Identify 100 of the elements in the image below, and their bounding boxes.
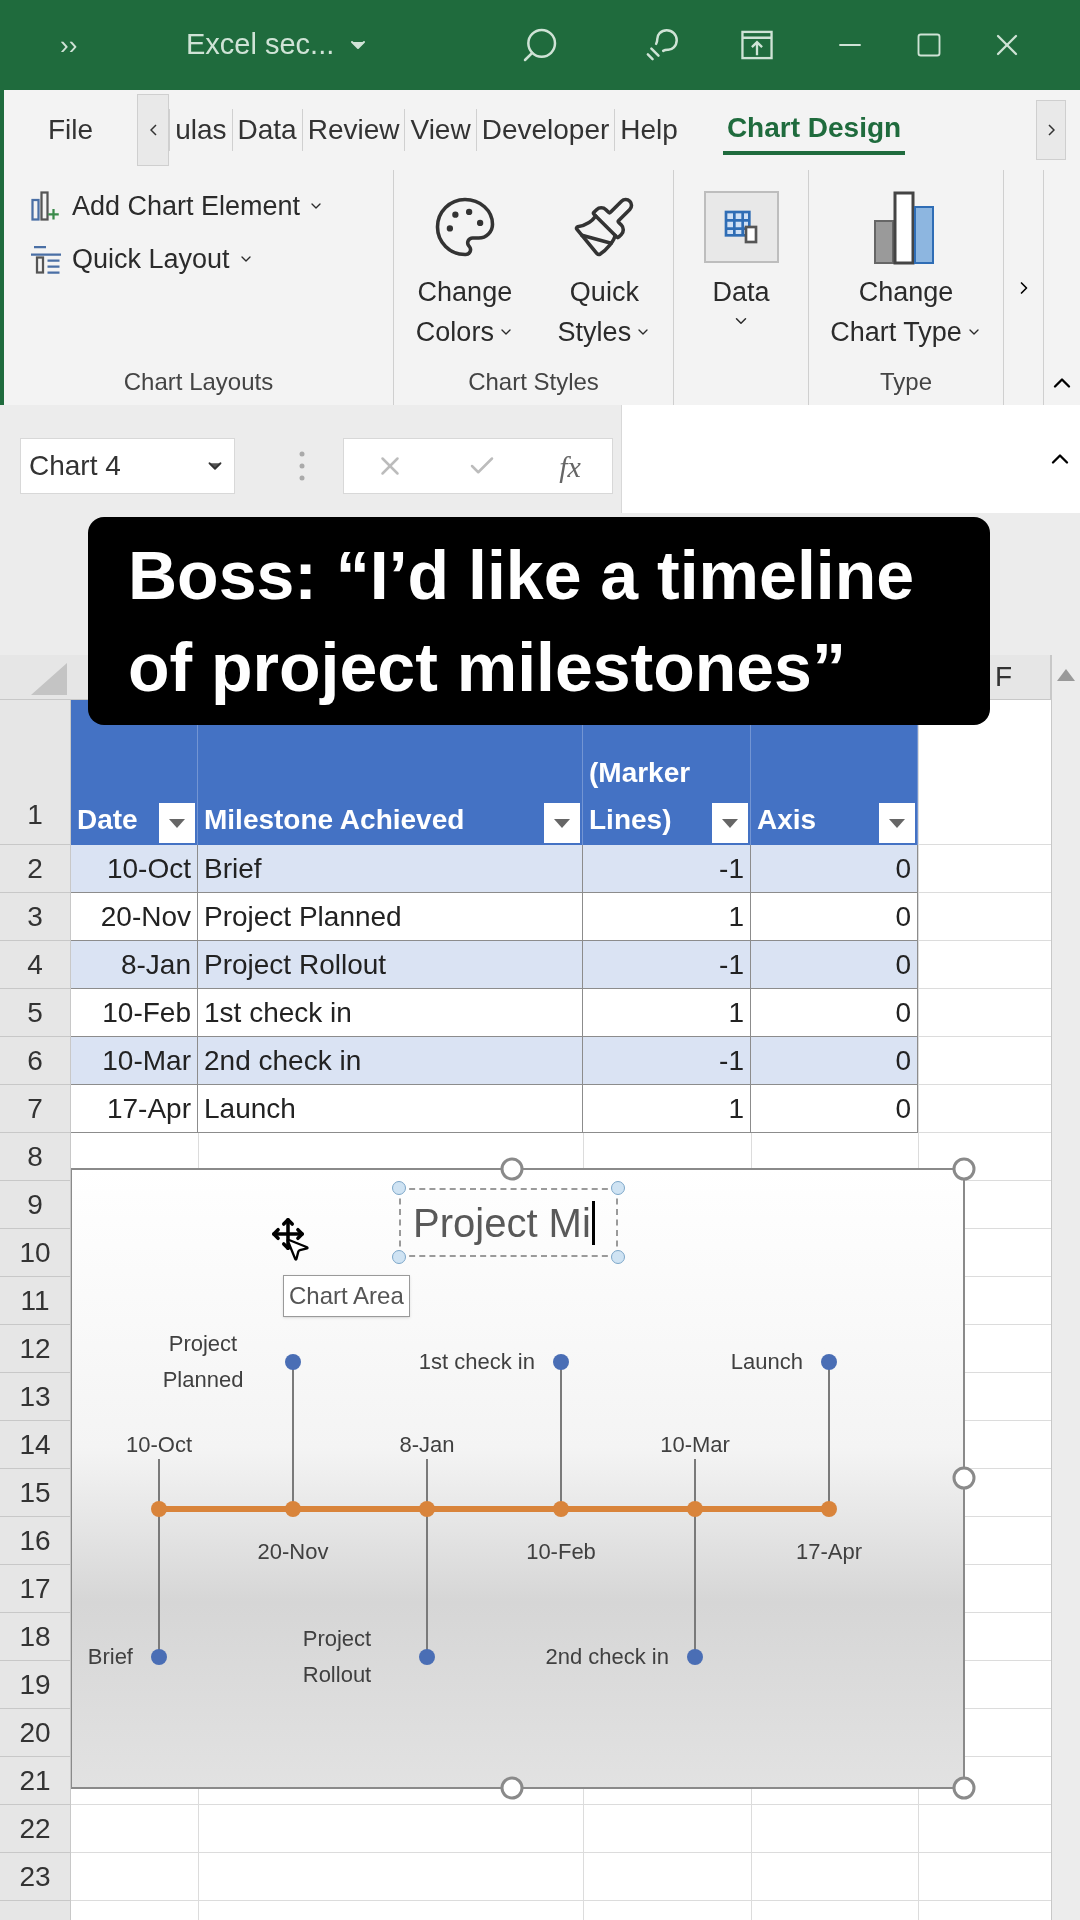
filter-button[interactable] [544, 803, 580, 843]
filter-button[interactable] [159, 803, 195, 843]
row-number[interactable]: 8 [0, 1133, 71, 1181]
caption: Boss: “I’d like a timeline of project milestones” [88, 517, 990, 725]
table-cell: Brief [198, 845, 583, 893]
row-number[interactable]: 13 [0, 1373, 71, 1421]
resize-handle[interactable] [500, 1776, 524, 1800]
table-cell: 17-Apr [71, 1085, 198, 1133]
ribbon-tab[interactable]: Data [231, 109, 302, 151]
row-number[interactable]: 4 [0, 941, 71, 989]
row-number[interactable]: 14 [0, 1421, 71, 1469]
ribbon-tab[interactable]: Review [301, 109, 405, 151]
table-cell: 0 [751, 1037, 918, 1085]
filter-button[interactable] [712, 803, 748, 843]
tooltip: Chart Area [283, 1275, 410, 1317]
row-number[interactable]: 18 [0, 1613, 71, 1661]
milestone-label: 2nd check in [545, 1643, 669, 1671]
resize-handle[interactable] [952, 1157, 976, 1181]
group-label: Chart Layouts [123, 367, 274, 397]
ribbon-command[interactable]: Quick Styles [557, 182, 652, 352]
name-box[interactable]: Chart 4 [20, 438, 235, 494]
document-title[interactable]: Excel sec... [186, 23, 335, 67]
column-letter[interactable]: F [994, 656, 1012, 698]
resize-handle[interactable] [952, 1776, 976, 1800]
ribbon-command[interactable]: Change Colors [415, 182, 514, 352]
row-number[interactable]: 17 [0, 1565, 71, 1613]
row-number[interactable]: 3 [0, 893, 71, 941]
share-icon[interactable] [739, 29, 776, 61]
date-label: 20-Nov [257, 1537, 329, 1566]
caret-icon [554, 818, 570, 828]
row-number[interactable]: 6 [0, 1037, 71, 1085]
ribbon-tab[interactable]: Help [614, 109, 683, 151]
data-point [553, 1354, 569, 1370]
resize-handle[interactable] [952, 1466, 976, 1490]
table-cell: 1st check in [198, 989, 583, 1037]
row-number[interactable]: 7 [0, 1085, 71, 1133]
axis-point [151, 1501, 167, 1517]
data-point [821, 1354, 837, 1370]
chevron-left-icon [149, 124, 157, 136]
table-cell: 8-Jan [71, 941, 198, 989]
ribbon-tab[interactable]: Developer [475, 109, 615, 151]
table-cell: 0 [751, 1085, 918, 1133]
row-number[interactable]: 9 [0, 1181, 71, 1229]
table-cell: Project Rollout [198, 941, 583, 989]
milestone-label: Launch [730, 1348, 803, 1376]
date-label: 10-Oct [126, 1430, 192, 1459]
table-cell: 10-Oct [71, 845, 198, 893]
row-number[interactable]: 12 [0, 1325, 71, 1373]
chevron-right-icon [1047, 124, 1055, 136]
ribbon-command[interactable]: Add Chart Element [28, 186, 325, 227]
chart-area[interactable] [71, 1168, 965, 1789]
date-label: 8-Jan [399, 1430, 455, 1459]
ribbon-command[interactable]: Quick Layout [28, 238, 254, 279]
row-number[interactable]: 2 [0, 845, 71, 893]
ribbon-tab[interactable]: View [404, 109, 476, 151]
data-point [151, 1649, 167, 1665]
table-cell: 1 [583, 1085, 751, 1133]
milestone-label: Project Planned [161, 1330, 245, 1394]
insert-function-button[interactable]: fx [559, 443, 581, 489]
table-cell: 0 [751, 989, 918, 1037]
resize-handle[interactable] [500, 1157, 524, 1181]
ribbon-tab[interactable]: Chart Design [722, 105, 906, 155]
milestone-label: Brief [87, 1643, 133, 1671]
caret-icon [889, 818, 905, 828]
row-number[interactable]: 22 [0, 1805, 71, 1853]
table-cell: 1 [583, 989, 751, 1037]
scroll-bar[interactable] [1051, 655, 1080, 1920]
group-label: Type [880, 367, 932, 397]
formula-field[interactable] [621, 405, 1080, 513]
ribbon-command[interactable]: Data [703, 182, 779, 330]
row-number[interactable]: 15 [0, 1469, 71, 1517]
row-number[interactable]: 10 [0, 1229, 71, 1277]
more-options-icon[interactable] [299, 451, 305, 481]
axis-point [285, 1501, 301, 1517]
axis-point [553, 1501, 569, 1517]
ribbon-tab[interactable]: File [44, 109, 98, 151]
row-number[interactable]: 19 [0, 1661, 71, 1709]
table-cell: 10-Feb [71, 989, 198, 1037]
table-cell: 20-Nov [71, 893, 198, 941]
filter-button[interactable] [879, 803, 915, 843]
table-cell: Project Planned [198, 893, 583, 941]
table-cell: 0 [751, 893, 918, 941]
scroll-up-icon[interactable] [1057, 669, 1075, 681]
data-icon [703, 191, 779, 263]
table-cell: Launch [198, 1085, 583, 1133]
table-cell: 0 [751, 941, 918, 989]
table-cell: 2nd check in [198, 1037, 583, 1085]
overflow-button[interactable]: ›› [60, 25, 100, 65]
row-number[interactable]: 5 [0, 989, 71, 1037]
row-number[interactable]: 20 [0, 1709, 71, 1757]
caret-icon [169, 818, 185, 828]
axis-point [687, 1501, 703, 1517]
ribbon-tab[interactable]: ulas [169, 109, 232, 151]
row-number[interactable]: 16 [0, 1517, 71, 1565]
row-number[interactable]: 11 [0, 1277, 71, 1325]
ribbon-command[interactable]: Change Chart Type [830, 182, 982, 352]
row-number[interactable]: 21 [0, 1757, 71, 1805]
table-cell: 0 [751, 845, 918, 893]
row-number[interactable]: 1 [0, 700, 71, 845]
row-number[interactable]: 23 [0, 1853, 71, 1901]
